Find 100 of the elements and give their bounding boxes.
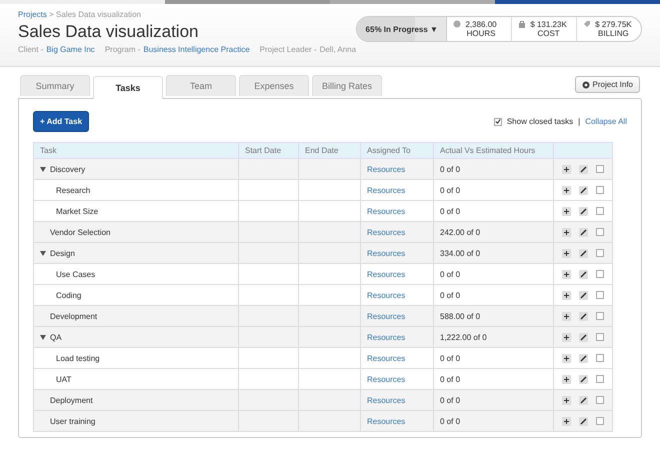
stat-label: HOURS bbox=[466, 29, 496, 38]
show-closed-checkbox[interactable] bbox=[494, 118, 502, 126]
stat-label: COST bbox=[537, 29, 560, 38]
row-checkbox[interactable] bbox=[596, 417, 604, 425]
add-icon[interactable] bbox=[562, 270, 571, 278]
stat-value: 2,386.00 bbox=[465, 20, 497, 29]
task-name: User training bbox=[50, 416, 96, 426]
add-icon[interactable] bbox=[562, 332, 571, 342]
row-checkbox[interactable] bbox=[596, 354, 604, 362]
task-name: Design bbox=[50, 248, 75, 258]
meta-link[interactable]: Big Game Inc bbox=[46, 45, 95, 54]
edit-icon[interactable] bbox=[579, 312, 588, 320]
meta-link[interactable]: Business Intelligence Practice bbox=[143, 45, 250, 54]
add-icon[interactable] bbox=[562, 354, 571, 362]
add-icon[interactable] bbox=[562, 206, 571, 216]
stat-value: $ 279.75K bbox=[595, 20, 632, 29]
row-checkbox[interactable] bbox=[596, 291, 604, 299]
edit-icon[interactable] bbox=[579, 228, 588, 236]
add-icon[interactable] bbox=[562, 374, 571, 384]
column-header: Assigned To bbox=[367, 146, 410, 155]
add-icon[interactable] bbox=[562, 248, 571, 258]
checkbox-label: Show closed tasks bbox=[506, 117, 574, 126]
tab[interactable]: Team bbox=[166, 75, 236, 96]
row-checkbox[interactable] bbox=[596, 249, 604, 257]
add-task-button[interactable]: + Add Task bbox=[33, 111, 90, 132]
add-icon[interactable] bbox=[562, 312, 571, 320]
task-name: Discovery bbox=[50, 164, 86, 174]
task-name: Load testing bbox=[56, 354, 100, 362]
bag-icon bbox=[518, 20, 526, 28]
edit-icon[interactable] bbox=[579, 396, 588, 404]
task-name: Research bbox=[56, 186, 90, 194]
tab[interactable]: Billing Rates bbox=[312, 75, 382, 96]
task-name: Market Size bbox=[56, 206, 98, 216]
task-name: Use Cases bbox=[56, 270, 96, 278]
task-name: Vendor Selection bbox=[50, 228, 110, 236]
add-icon[interactable] bbox=[562, 416, 571, 426]
add-icon[interactable] bbox=[562, 290, 571, 300]
edit-icon[interactable] bbox=[579, 290, 588, 300]
task-name: QA bbox=[50, 332, 62, 342]
hours-cell: 0 of 0 bbox=[440, 416, 460, 426]
edit-icon[interactable] bbox=[579, 186, 588, 194]
tag-icon bbox=[583, 20, 592, 28]
edit-icon[interactable] bbox=[579, 374, 588, 384]
edit-icon[interactable] bbox=[579, 416, 588, 426]
caret-icon[interactable] bbox=[40, 334, 46, 340]
column-header: End Date bbox=[305, 146, 338, 155]
page-title: Sales Data visualization bbox=[18, 22, 200, 42]
task-name: Deployment bbox=[50, 396, 93, 404]
edit-icon[interactable] bbox=[579, 332, 588, 342]
hours-cell: 0 of 0 bbox=[440, 354, 460, 362]
edit-icon[interactable] bbox=[579, 354, 588, 362]
row-checkbox[interactable] bbox=[596, 333, 604, 341]
hours-cell: 0 of 0 bbox=[440, 396, 460, 404]
row-checkbox[interactable] bbox=[596, 228, 604, 236]
edit-icon[interactable] bbox=[579, 206, 588, 216]
breadcrumb-current: Sales Data visualization bbox=[56, 10, 141, 19]
hours-cell: 242.00 of 0 bbox=[440, 228, 480, 236]
add-icon[interactable] bbox=[562, 228, 571, 236]
row-checkbox[interactable] bbox=[596, 270, 604, 278]
breadcrumb-separator: > bbox=[49, 10, 54, 19]
edit-icon[interactable] bbox=[579, 248, 588, 258]
task-name: Coding bbox=[56, 290, 82, 300]
row-checkbox[interactable] bbox=[596, 396, 604, 404]
row-checkbox[interactable] bbox=[596, 186, 604, 194]
breadcrumb-link[interactable]: Projects bbox=[18, 10, 47, 19]
hours-cell: 588.00 of 0 bbox=[440, 312, 480, 320]
caret-icon[interactable] bbox=[40, 250, 46, 256]
caret-icon[interactable] bbox=[40, 166, 46, 172]
add-icon[interactable] bbox=[562, 186, 571, 194]
clock-icon bbox=[453, 20, 462, 28]
task-name: Development bbox=[50, 312, 98, 320]
meta-label: Client - bbox=[18, 45, 44, 54]
hours-cell: 0 of 0 bbox=[440, 186, 460, 194]
status-dropdown[interactable]: 65% In Progress ▼ bbox=[357, 17, 448, 41]
stat-label: BILLING bbox=[598, 29, 629, 38]
tab[interactable]: Tasks bbox=[93, 76, 163, 99]
column-header: Start Date bbox=[245, 146, 282, 155]
hours-cell: 0 of 0 bbox=[440, 164, 460, 174]
gear-icon bbox=[582, 80, 590, 88]
meta-label: Program - bbox=[104, 45, 140, 54]
meta-label: Project Leader - bbox=[260, 45, 317, 54]
meta-value: Dell, Anna bbox=[320, 45, 356, 54]
edit-icon[interactable] bbox=[579, 270, 588, 278]
tab[interactable]: Summary bbox=[20, 75, 90, 96]
tab[interactable]: Expenses bbox=[239, 75, 309, 96]
hours-cell: 0 of 0 bbox=[440, 206, 460, 216]
edit-icon[interactable] bbox=[579, 164, 588, 174]
add-icon[interactable] bbox=[562, 164, 571, 174]
hours-cell: 334.00 of 0 bbox=[440, 248, 480, 258]
add-icon[interactable] bbox=[562, 396, 571, 404]
separator: | bbox=[578, 117, 580, 126]
row-checkbox[interactable] bbox=[596, 312, 604, 320]
collapse-all-link[interactable]: Collapse All bbox=[585, 117, 627, 126]
row-checkbox[interactable] bbox=[596, 375, 604, 383]
hours-cell: 0 of 0 bbox=[440, 374, 460, 384]
row-checkbox[interactable] bbox=[596, 165, 604, 173]
project-info-button[interactable]: Project Info bbox=[574, 76, 640, 93]
stat-value: $ 131.23K bbox=[530, 20, 567, 29]
row-checkbox[interactable] bbox=[596, 207, 604, 215]
hours-cell: 0 of 0 bbox=[440, 290, 460, 300]
